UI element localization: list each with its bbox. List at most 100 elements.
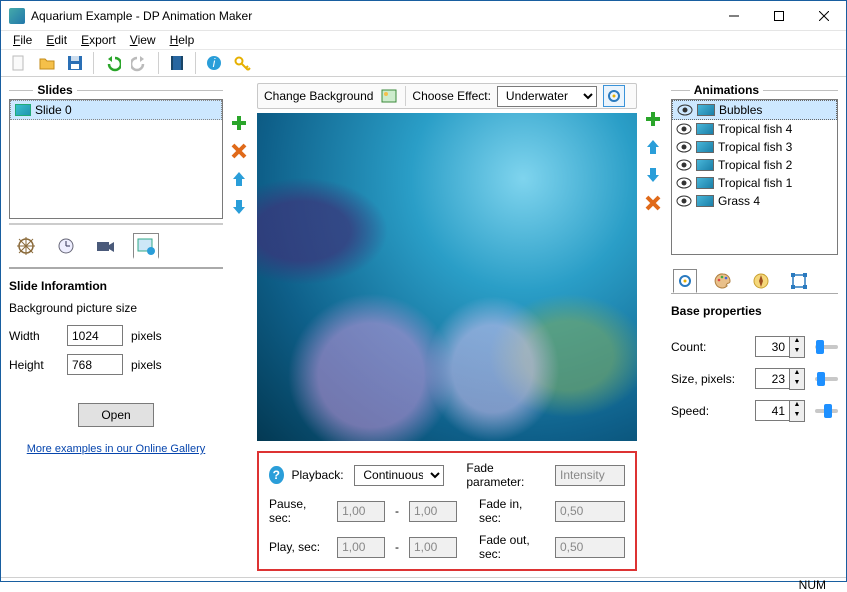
close-button[interactable] <box>801 1 846 30</box>
svg-text:i: i <box>213 56 216 70</box>
visibility-icon[interactable] <box>676 195 692 207</box>
anim-row[interactable]: Grass 4 <box>672 192 837 210</box>
new-file-icon[interactable] <box>7 51 31 75</box>
slide-up-icon[interactable] <box>229 169 249 189</box>
playback-select[interactable]: Continuous <box>354 465 444 486</box>
width-unit: pixels <box>131 329 162 343</box>
minimize-button[interactable] <box>711 1 756 30</box>
bg-size-label: Background picture size <box>9 301 223 315</box>
prop-tab-palette-icon[interactable] <box>711 269 735 293</box>
slide-item-0[interactable]: Slide 0 <box>10 100 222 120</box>
anim-thumb-icon <box>696 123 714 135</box>
undo-icon[interactable] <box>100 51 124 75</box>
pause-from-input <box>337 501 385 522</box>
redo-icon[interactable] <box>128 51 152 75</box>
menu-view[interactable]: View <box>124 31 162 49</box>
base-props-heading: Base properties <box>671 304 838 318</box>
prop-tab-compass-icon[interactable] <box>749 269 773 293</box>
menu-edit[interactable]: Edit <box>40 31 73 49</box>
anim-row[interactable]: Tropical fish 2 <box>672 156 837 174</box>
height-label: Height <box>9 358 59 372</box>
online-gallery-link[interactable]: More examples in our Online Gallery <box>9 443 223 455</box>
visibility-icon[interactable] <box>676 159 692 171</box>
menu-export[interactable]: Export <box>75 31 122 49</box>
change-bg-label[interactable]: Change Background <box>264 89 373 103</box>
tab-image-icon[interactable] <box>133 233 159 259</box>
status-num: NUM <box>799 578 826 592</box>
anim-row[interactable]: Tropical fish 3 <box>672 138 837 156</box>
play-from-input <box>337 537 385 558</box>
film-icon[interactable] <box>165 51 189 75</box>
anim-label: Tropical fish 1 <box>718 176 792 190</box>
play-label: Play, sec: <box>269 540 329 554</box>
anim-row[interactable]: Tropical fish 1 <box>672 174 837 192</box>
info-icon[interactable]: i <box>202 51 226 75</box>
playback-panel: ? Playback: Continuous Fade parameter: P… <box>257 451 637 571</box>
pause-to-input <box>409 501 457 522</box>
visibility-icon[interactable] <box>676 177 692 189</box>
width-label: Width <box>9 329 59 343</box>
anim-label: Tropical fish 3 <box>718 140 792 154</box>
menu-help[interactable]: Help <box>164 31 201 49</box>
height-input[interactable] <box>67 354 123 375</box>
save-icon[interactable] <box>63 51 87 75</box>
change-bg-icon[interactable] <box>379 86 399 106</box>
slide-info-heading: Slide Inforamtion <box>9 279 223 293</box>
anim-row[interactable]: Bubbles <box>672 100 837 120</box>
slide-down-icon[interactable] <box>229 197 249 217</box>
size-spinner[interactable]: ▲▼ <box>755 368 805 390</box>
tab-camera-icon[interactable] <box>93 233 119 259</box>
slides-heading: Slides <box>33 83 76 97</box>
count-label: Count: <box>671 340 745 354</box>
fade-param-label: Fade parameter: <box>466 461 547 489</box>
slide-label: Slide 0 <box>35 103 72 117</box>
effect-select[interactable]: Underwater <box>497 86 597 107</box>
menu-file[interactable]: File <box>7 31 38 49</box>
fade-param-input <box>555 465 625 486</box>
slides-list[interactable]: Slide 0 <box>9 99 223 219</box>
speed-label: Speed: <box>671 404 745 418</box>
anim-add-icon[interactable] <box>643 109 663 129</box>
animations-list[interactable]: Bubbles Tropical fish 4 Tropical fish 3 Tro… <box>671 99 838 255</box>
fadeout-label: Fade out, sec: <box>479 533 547 561</box>
anim-down-icon[interactable] <box>643 165 663 185</box>
open-button[interactable]: Open <box>78 403 154 427</box>
choose-effect-label: Choose Effect: <box>412 89 491 103</box>
count-spinner[interactable]: ▲▼ <box>755 336 805 358</box>
size-label: Size, pixels: <box>671 372 745 386</box>
anim-thumb-icon <box>697 104 715 116</box>
open-folder-icon[interactable] <box>35 51 59 75</box>
playback-label: Playback: <box>292 468 347 482</box>
slide-delete-icon[interactable] <box>229 141 249 161</box>
help-icon[interactable]: ? <box>269 466 284 484</box>
preview-canvas <box>257 113 637 441</box>
count-slider[interactable] <box>815 345 838 349</box>
prop-tab-bounds-icon[interactable] <box>787 269 811 293</box>
anim-row[interactable]: Tropical fish 4 <box>672 120 837 138</box>
speed-spinner[interactable]: ▲▼ <box>755 400 805 422</box>
tab-wheel-icon[interactable] <box>13 233 39 259</box>
animations-heading: Animations <box>690 83 763 97</box>
width-input[interactable] <box>67 325 123 346</box>
anim-up-icon[interactable] <box>643 137 663 157</box>
effect-settings-icon[interactable] <box>603 85 625 107</box>
anim-delete-icon[interactable] <box>643 193 663 213</box>
height-unit: pixels <box>131 358 162 372</box>
fadein-input <box>555 501 625 522</box>
visibility-icon[interactable] <box>677 104 693 116</box>
pause-label: Pause, sec: <box>269 497 329 525</box>
slide-add-icon[interactable] <box>229 113 249 133</box>
anim-thumb-icon <box>696 159 714 171</box>
speed-slider[interactable] <box>815 409 838 413</box>
window-title: Aquarium Example - DP Animation Maker <box>31 9 711 23</box>
prop-tab-settings-icon[interactable] <box>673 269 697 293</box>
visibility-icon[interactable] <box>676 123 692 135</box>
maximize-button[interactable] <box>756 1 801 30</box>
slide-thumb-icon <box>15 104 31 116</box>
visibility-icon[interactable] <box>676 141 692 153</box>
size-slider[interactable] <box>815 377 838 381</box>
tab-clock-icon[interactable] <box>53 233 79 259</box>
play-to-input <box>409 537 457 558</box>
key-icon[interactable] <box>230 51 254 75</box>
anim-label: Tropical fish 4 <box>718 122 792 136</box>
